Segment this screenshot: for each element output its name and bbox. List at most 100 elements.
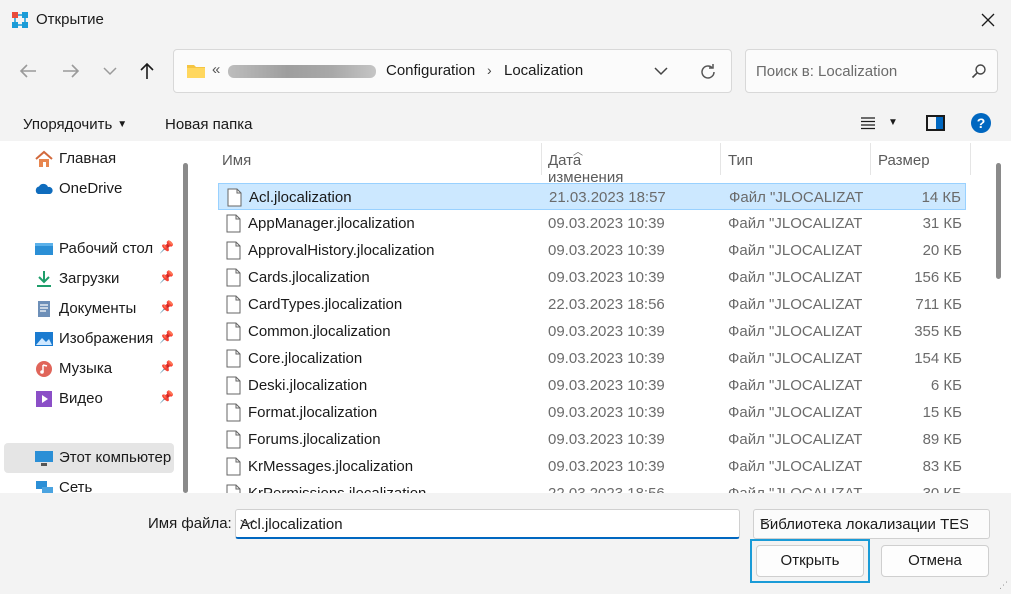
search-input[interactable]: Поиск в: Localization xyxy=(756,63,897,80)
pin-icon[interactable]: 📌 xyxy=(159,360,174,374)
sidebar-item-music[interactable]: Музыка 📌 xyxy=(4,354,174,384)
file-icon xyxy=(226,322,241,341)
list-view-icon[interactable] xyxy=(860,116,876,130)
address-bar[interactable]: « Configuration › Localization xyxy=(173,49,732,93)
help-icon[interactable]: ? xyxy=(971,113,991,133)
open-button[interactable]: Открыть xyxy=(756,545,864,577)
file-date: 09.03.2023 10:39 xyxy=(548,431,665,448)
downloads-icon xyxy=(37,271,51,287)
crumb-configuration[interactable]: Configuration xyxy=(386,62,475,79)
sidebar-scrollbar[interactable] xyxy=(183,163,188,493)
column-divider[interactable] xyxy=(970,143,971,175)
sidebar-item-video[interactable]: Видео 📌 xyxy=(4,384,174,414)
file-row[interactable]: Cards.jlocalization 09.03.2023 10:39 Файл … xyxy=(218,264,966,291)
file-name: Forums.jlocalization xyxy=(248,431,381,448)
column-divider[interactable] xyxy=(720,143,721,175)
chevron-down-icon[interactable]: ﹀ xyxy=(240,516,731,537)
file-row[interactable]: Format.jlocalization 09.03.2023 10:39 Файл… xyxy=(218,399,966,426)
file-size: 20 КБ xyxy=(922,242,962,259)
arrow-up-icon xyxy=(140,62,154,79)
file-row[interactable]: Forums.jlocalization 09.03.2023 10:39 Файл… xyxy=(218,426,966,453)
pin-icon[interactable]: 📌 xyxy=(159,330,174,344)
file-name: KrPermissions.jlocalization xyxy=(248,485,426,493)
file-row[interactable]: Core.jlocalization 09.03.2023 10:39 Файл "… xyxy=(218,345,966,372)
refresh-icon[interactable] xyxy=(697,61,719,83)
pin-icon[interactable]: 📌 xyxy=(159,390,174,404)
file-type-select[interactable]: Библиотека локализации TESSA ﹀ xyxy=(753,509,990,539)
file-row[interactable]: AppManager.jlocalization 09.03.2023 10:39… xyxy=(218,210,966,237)
file-date: 09.03.2023 10:39 xyxy=(548,404,665,421)
pin-icon[interactable]: 📌 xyxy=(159,240,174,254)
column-divider[interactable] xyxy=(541,143,542,175)
new-folder-button[interactable]: Новая папка xyxy=(165,116,252,133)
overflow-chevron[interactable]: « xyxy=(212,61,220,78)
back-button[interactable] xyxy=(15,60,41,82)
file-date: 09.03.2023 10:39 xyxy=(548,242,665,259)
sidebar-item-home[interactable]: Главная xyxy=(4,144,174,174)
forward-button[interactable] xyxy=(58,60,84,82)
sidebar-item-network[interactable]: Сеть xyxy=(4,473,174,493)
pictures-icon xyxy=(35,332,53,346)
sidebar-item-desktop[interactable]: Рабочий стол 📌 xyxy=(4,234,174,264)
redacted-path xyxy=(228,65,376,78)
column-divider[interactable] xyxy=(870,143,871,175)
file-date: 09.03.2023 10:39 xyxy=(548,269,665,286)
preview-pane-icon[interactable] xyxy=(926,115,945,131)
file-date: 09.03.2023 10:39 xyxy=(548,323,665,340)
music-icon xyxy=(36,361,52,377)
file-size: 154 КБ xyxy=(914,350,962,367)
crumb-separator[interactable]: › xyxy=(487,62,492,78)
arrow-right-icon xyxy=(63,64,80,78)
file-list-scrollbar[interactable] xyxy=(996,163,1001,279)
file-type: Файл "JLOCALIZAT... xyxy=(728,350,862,367)
up-button[interactable] xyxy=(134,60,160,82)
close-icon xyxy=(981,13,995,27)
close-button[interactable] xyxy=(965,0,1011,40)
recent-locations-button[interactable] xyxy=(97,60,123,82)
home-icon xyxy=(35,150,53,167)
file-icon xyxy=(226,376,241,395)
file-type: Файл "JLOCALIZAT... xyxy=(728,377,862,394)
pin-icon[interactable]: 📌 xyxy=(159,300,174,314)
file-icon xyxy=(226,457,241,476)
chevron-down-icon[interactable] xyxy=(652,64,670,78)
file-type: Файл "JLOCALIZAT... xyxy=(728,404,862,421)
file-row[interactable]: KrPermissions.jlocalization 22.03.2023 18… xyxy=(218,480,966,493)
sidebar-item-label: Музыка xyxy=(59,360,113,377)
organize-button[interactable]: Упорядочить ▼ xyxy=(23,116,127,133)
file-type: Файл "JLOCALIZAT... xyxy=(728,458,862,475)
file-row[interactable]: ApprovalHistory.jlocalization 09.03.2023 … xyxy=(218,237,966,264)
file-size: 355 КБ xyxy=(914,323,962,340)
folder-icon xyxy=(187,65,205,78)
filename-input[interactable]: Acl.jlocalization ﹀ xyxy=(235,509,740,539)
sidebar-item-documents[interactable]: Документы 📌 xyxy=(4,294,174,324)
crumb-localization[interactable]: Localization xyxy=(504,62,583,79)
pin-icon[interactable]: 📌 xyxy=(159,270,174,284)
sidebar-item-onedrive[interactable]: OneDrive xyxy=(4,174,174,204)
file-size: 156 КБ xyxy=(914,269,962,286)
file-type: Файл "JLOCALIZAT... xyxy=(728,485,862,493)
sidebar-item-label: Этот компьютер xyxy=(59,449,172,466)
file-row[interactable]: KrMessages.jlocalization 09.03.2023 10:39… xyxy=(218,453,966,480)
file-size: 711 КБ xyxy=(915,296,962,313)
file-icon xyxy=(226,241,241,260)
file-date: 22.03.2023 18:56 xyxy=(548,296,665,313)
file-icon xyxy=(226,403,241,422)
sidebar-item-pictures[interactable]: Изображения 📌 xyxy=(4,324,174,354)
file-row[interactable]: Common.jlocalization 09.03.2023 10:39 Файл… xyxy=(218,318,966,345)
sidebar-item-this-pc[interactable]: Этот компьютер xyxy=(4,443,174,473)
resize-grip-icon[interactable]: ⋰ xyxy=(999,580,1008,591)
file-icon xyxy=(226,295,241,314)
file-name: ApprovalHistory.jlocalization xyxy=(248,242,435,259)
search-box[interactable]: Поиск в: Localization xyxy=(745,49,998,93)
file-name: AppManager.jlocalization xyxy=(248,215,415,232)
file-row[interactable]: Acl.jlocalization 21.03.2023 18:57 Файл "J… xyxy=(218,183,966,210)
file-row[interactable]: CardTypes.jlocalization 22.03.2023 18:56 Ф… xyxy=(218,291,966,318)
cancel-button[interactable]: Отмена xyxy=(881,545,989,577)
view-options-caret[interactable]: ▼ xyxy=(888,117,898,128)
file-size: 14 КБ xyxy=(921,189,961,206)
sidebar-item-downloads[interactable]: Загрузки 📌 xyxy=(4,264,174,294)
file-size: 15 КБ xyxy=(922,404,962,421)
sidebar-item-label: Рабочий стол xyxy=(59,240,154,257)
file-row[interactable]: Deski.jlocalization 09.03.2023 10:39 Файл … xyxy=(218,372,966,399)
